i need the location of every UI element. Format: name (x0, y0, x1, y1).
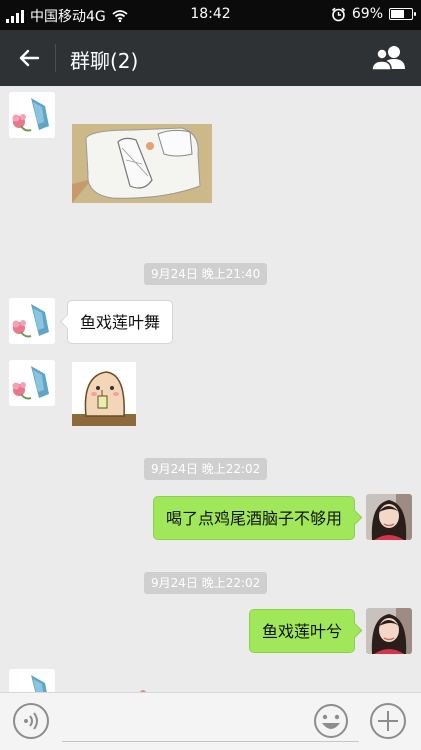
chat-header: 群聊(2) (0, 30, 421, 86)
battery-percent: 69% (351, 6, 383, 22)
my-avatar-image (366, 494, 412, 540)
my-avatar[interactable] (366, 494, 412, 540)
sticker-message[interactable] (72, 362, 136, 426)
sent-message-bubble[interactable]: 喝了点鸡尾酒脑子不够用 (152, 496, 355, 540)
image-message[interactable] (72, 124, 212, 203)
battery-icon (389, 8, 416, 20)
voice-input-button[interactable] (13, 703, 49, 739)
chat-message-list[interactable]: 9月24日 晚上21:40 鱼戏莲叶舞 9月24日 晚上22:02 喝了点鸡尾酒… (0, 86, 421, 692)
my-avatar[interactable] (366, 608, 412, 654)
sent-message-bubble[interactable]: 鱼戏莲叶兮 (248, 609, 355, 653)
timestamp-badge: 9月24日 晚上22:02 (144, 572, 268, 594)
timestamp-badge: 9月24日 晚上22:02 (144, 458, 268, 480)
contact-avatar-image (9, 92, 55, 138)
sketch-photo (72, 124, 212, 203)
emoji-button[interactable] (313, 703, 349, 739)
back-arrow-icon[interactable] (14, 43, 44, 73)
alarm-icon (331, 7, 345, 21)
sticker-image (72, 362, 136, 426)
contact-avatar[interactable] (9, 669, 55, 692)
contact-avatar-image (9, 360, 55, 406)
status-bar: 中国移动4G 18:42 69% (0, 0, 421, 30)
my-avatar-image (366, 608, 412, 654)
smiley-icon (314, 704, 348, 738)
contact-avatar-image (9, 298, 55, 344)
partial-sticker-message[interactable] (132, 684, 152, 692)
header-divider (55, 44, 56, 72)
plus-icon (378, 711, 398, 731)
group-members-icon[interactable] (371, 43, 407, 73)
input-bar (0, 692, 421, 750)
more-options-button[interactable] (370, 703, 406, 739)
received-message-bubble[interactable]: 鱼戏莲叶舞 (67, 300, 174, 344)
contact-avatar-image (9, 669, 55, 692)
voice-icon (24, 712, 38, 730)
contact-avatar[interactable] (9, 92, 55, 138)
contact-avatar[interactable] (9, 298, 55, 344)
contact-avatar[interactable] (9, 360, 55, 406)
timestamp-badge: 9月24日 晚上21:40 (144, 263, 268, 285)
page-title: 群聊(2) (70, 49, 139, 73)
